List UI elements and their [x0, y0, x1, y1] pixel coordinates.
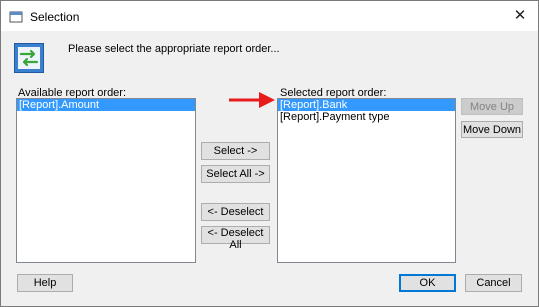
move-down-button[interactable]: Move Down: [461, 121, 523, 138]
instruction-text: Please select the appropriate report ord…: [68, 43, 280, 55]
ok-button[interactable]: OK: [399, 274, 456, 292]
close-icon[interactable]: ✕: [510, 7, 530, 25]
title-bar: Selection ✕: [1, 1, 538, 31]
help-button[interactable]: Help: [17, 274, 73, 292]
available-listbox[interactable]: [Report].Amount: [16, 98, 196, 263]
cancel-button[interactable]: Cancel: [465, 274, 522, 292]
window-title: Selection: [30, 10, 80, 24]
list-item[interactable]: [Report].Payment type: [278, 111, 455, 123]
red-arrow-icon: [229, 92, 275, 108]
window-icon: [9, 11, 23, 23]
selection-dialog: Selection ✕ Please select the appropriat…: [0, 0, 539, 307]
move-up-button[interactable]: Move Up: [461, 98, 523, 115]
selected-listbox[interactable]: [Report].Bank [Report].Payment type: [277, 98, 456, 263]
swap-order-icon: [14, 43, 44, 73]
list-item[interactable]: [Report].Bank: [278, 99, 455, 111]
deselect-all-button[interactable]: <- Deselect All: [201, 226, 270, 251]
list-item[interactable]: [Report].Amount: [17, 99, 195, 111]
deselect-button[interactable]: <- Deselect: [201, 203, 270, 221]
select-button[interactable]: Select ->: [201, 142, 270, 160]
select-all-button[interactable]: Select All ->: [201, 165, 270, 183]
